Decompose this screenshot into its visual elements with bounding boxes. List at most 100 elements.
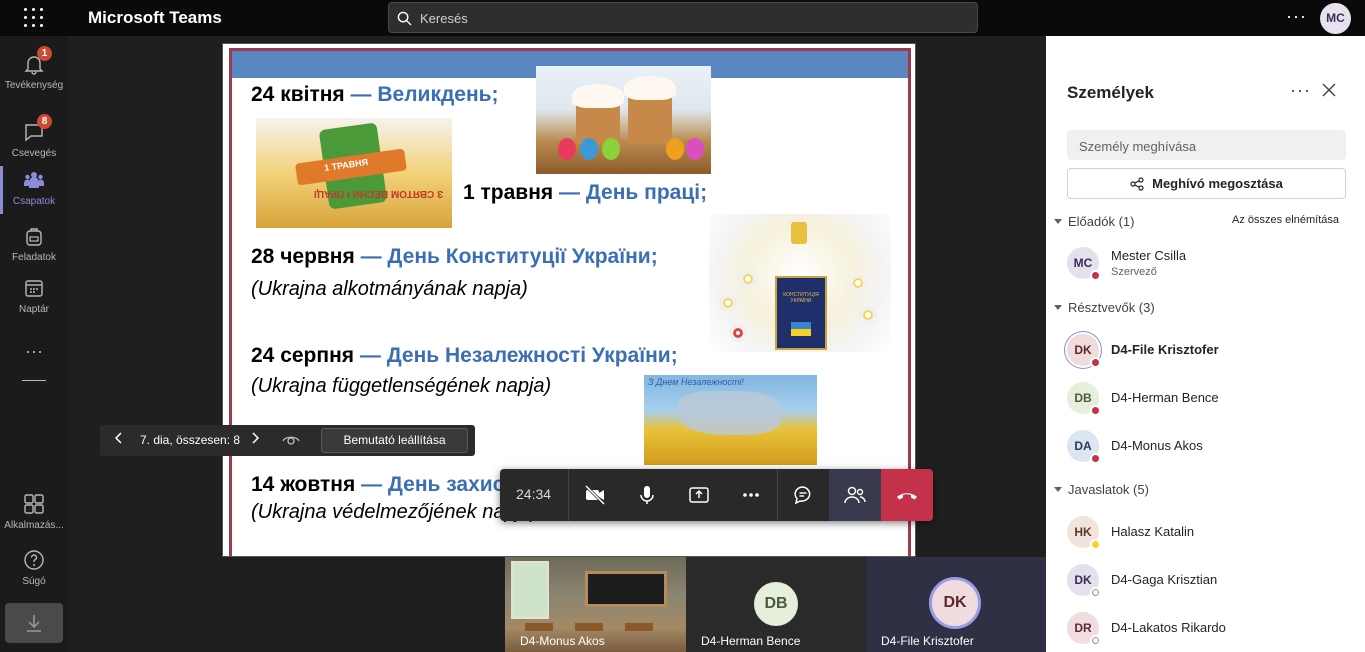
mic-toggle-button[interactable] — [621, 469, 673, 521]
app-launcher-icon[interactable] — [22, 6, 46, 30]
independence-image: З Днем Незалежності! — [644, 375, 817, 465]
suggestion-row[interactable]: HK Halasz Katalin — [1066, 510, 1356, 554]
avatar: MC — [1067, 247, 1101, 281]
avatar: DR — [1067, 612, 1101, 646]
people-icon — [844, 486, 866, 504]
status-offline-icon — [1090, 635, 1101, 646]
panel-title: Személyek — [1067, 83, 1154, 102]
sidebar-item-help[interactable]: Súgó — [0, 538, 68, 606]
more-options-icon[interactable]: ··· — [1286, 6, 1307, 27]
status-busy-icon — [1090, 453, 1101, 464]
user-avatar[interactable]: MC — [1320, 3, 1351, 34]
chevron-right-icon — [252, 432, 260, 444]
close-panel-button[interactable] — [1322, 83, 1336, 102]
independence-image-text: З Днем Незалежності! — [648, 377, 744, 387]
slide-line-2: 1 травня — День праці; — [463, 181, 708, 204]
microphone-icon — [640, 486, 654, 504]
previous-slide-button[interactable] — [114, 431, 124, 448]
slide-line-4-sub: (Ukrajna függetlenségének napja) — [251, 375, 552, 397]
participant-row[interactable]: DB D4-Herman Bence — [1066, 376, 1356, 420]
share-screen-icon — [689, 487, 709, 503]
call-controls: 24:34 — [500, 469, 933, 521]
panel-more-options-icon[interactable]: ··· — [1290, 80, 1311, 101]
participant-avatar: DK — [929, 577, 981, 629]
slide-counter: 7. dia, összesen: 8 — [140, 433, 241, 447]
sidebar-item-label: Tevékenység — [4, 80, 64, 91]
sidebar-item-label: Csapatok — [12, 196, 56, 207]
participant-name: D4-Monus Akos — [1111, 438, 1203, 453]
participant-name: Mester Csilla — [1111, 248, 1187, 263]
mute-all-link[interactable]: Az összes elnémítása — [1232, 214, 1339, 226]
participant-row[interactable]: DK D4-File Krisztofer — [1066, 328, 1356, 372]
eye-icon — [282, 436, 300, 445]
chevron-left-icon — [114, 432, 122, 444]
chevron-down-icon — [1054, 487, 1062, 492]
invite-person-input[interactable]: Személy meghívása — [1067, 130, 1346, 160]
stop-presenting-button[interactable]: Bemutató leállítása — [321, 428, 468, 453]
video-tile-name: D4-File Krisztofer — [881, 634, 974, 648]
participant-name: D4-Herman Bence — [1111, 390, 1219, 405]
status-away-icon — [1090, 539, 1101, 550]
leave-call-button[interactable] — [881, 469, 933, 521]
sidebar-item-label: Naptár — [18, 304, 49, 315]
suggestion-row[interactable]: DK D4-Gaga Krisztian — [1066, 558, 1356, 602]
video-tile[interactable]: D4-Monus Akos — [505, 557, 686, 652]
avatar: DA — [1067, 430, 1101, 464]
sidebar-item-label: Súgó — [22, 576, 46, 587]
apps-icon — [22, 492, 46, 516]
calendar-icon — [22, 276, 46, 300]
teams-icon — [22, 168, 46, 192]
sidebar-item-calendar[interactable]: Naptár — [0, 266, 68, 334]
people-panel: Személyek ··· Személy meghívása Meghívó … — [1046, 36, 1365, 652]
section-suggestions[interactable]: Javaslatok (5) — [1054, 482, 1149, 497]
video-tile[interactable]: DB D4-Herman Bence — [686, 557, 866, 652]
show-conversation-button[interactable] — [777, 469, 829, 521]
camera-toggle-button[interactable] — [569, 469, 621, 521]
video-tile-name: D4-Monus Akos — [520, 634, 605, 648]
presentation-controls: 7. dia, összesen: 8 Bemutató leállítása — [100, 425, 475, 456]
close-icon — [1322, 83, 1336, 97]
more-apps-icon[interactable]: ··· — [0, 341, 68, 362]
participant-name: D4-File Krisztofer — [1111, 342, 1219, 357]
easter-image — [536, 66, 711, 174]
participant-row[interactable]: MC Mester Csilla Szervező — [1066, 241, 1356, 285]
status-busy-icon — [1090, 357, 1101, 368]
constitution-image: КОНСТИТУЦІЯ УКРАЇНИ — [709, 214, 891, 352]
section-participants[interactable]: Résztvevők (3) — [1054, 300, 1155, 315]
section-presenters[interactable]: Előadók (1) — [1054, 214, 1134, 229]
chat-badge: 8 — [37, 114, 52, 129]
share-invite-label: Meghívó megosztása — [1152, 176, 1283, 191]
private-viewing-button[interactable] — [282, 433, 300, 452]
app-title: Microsoft Teams — [88, 8, 222, 27]
may-day-image: З СВЯТОМ ВЕСНИ І ПРАЦІ 1 ТРАВНЯ — [256, 118, 452, 228]
search-input[interactable]: Keresés — [388, 2, 978, 33]
suggestion-row[interactable]: DR D4-Lakatos Rikardo — [1066, 606, 1356, 650]
avatar: DB — [1067, 382, 1101, 416]
avatar: DK — [1067, 334, 1101, 368]
constitution-book-text: КОНСТИТУЦІЯ УКРАЇНИ — [783, 292, 819, 304]
help-icon — [22, 548, 46, 572]
slide-line-3-sub: (Ukrajna alkotmányának napja) — [251, 278, 528, 300]
participant-role: Szervező — [1111, 266, 1157, 278]
share-content-button[interactable] — [673, 469, 725, 521]
sidebar-item-label: Alkalmazás... — [4, 520, 64, 531]
chat-icon — [794, 486, 811, 505]
show-participants-button[interactable] — [829, 469, 881, 521]
video-tile[interactable]: DK D4-File Krisztofer — [866, 557, 1046, 652]
more-actions-button[interactable] — [725, 469, 777, 521]
video-tile-name: D4-Herman Bence — [701, 634, 801, 648]
participant-name: Halasz Katalin — [1111, 524, 1195, 539]
share-icon — [1130, 177, 1144, 191]
next-slide-button[interactable] — [250, 431, 260, 448]
chat-icon: 8 — [22, 114, 52, 144]
share-invite-button[interactable]: Meghívó megosztása — [1067, 168, 1346, 199]
slide-line-4: 24 серпня — День Незалежності України; — [251, 344, 678, 367]
video-strip: D4-Monus Akos DB D4-Herman Bence DK D4-F… — [68, 557, 1046, 652]
chevron-down-icon — [1054, 219, 1062, 224]
download-button[interactable] — [5, 603, 63, 643]
app-bar: 1 Tevékenység 8 Csevegés Csapatok Felada… — [0, 36, 68, 652]
participant-name: D4-Lakatos Rikardo — [1111, 620, 1226, 635]
slide-line-3: 28 червня — День Конституції України; — [251, 245, 658, 268]
sidebar-item-activity[interactable]: 1 Tevékenység — [0, 42, 68, 110]
participant-row[interactable]: DA D4-Monus Akos — [1066, 424, 1356, 468]
